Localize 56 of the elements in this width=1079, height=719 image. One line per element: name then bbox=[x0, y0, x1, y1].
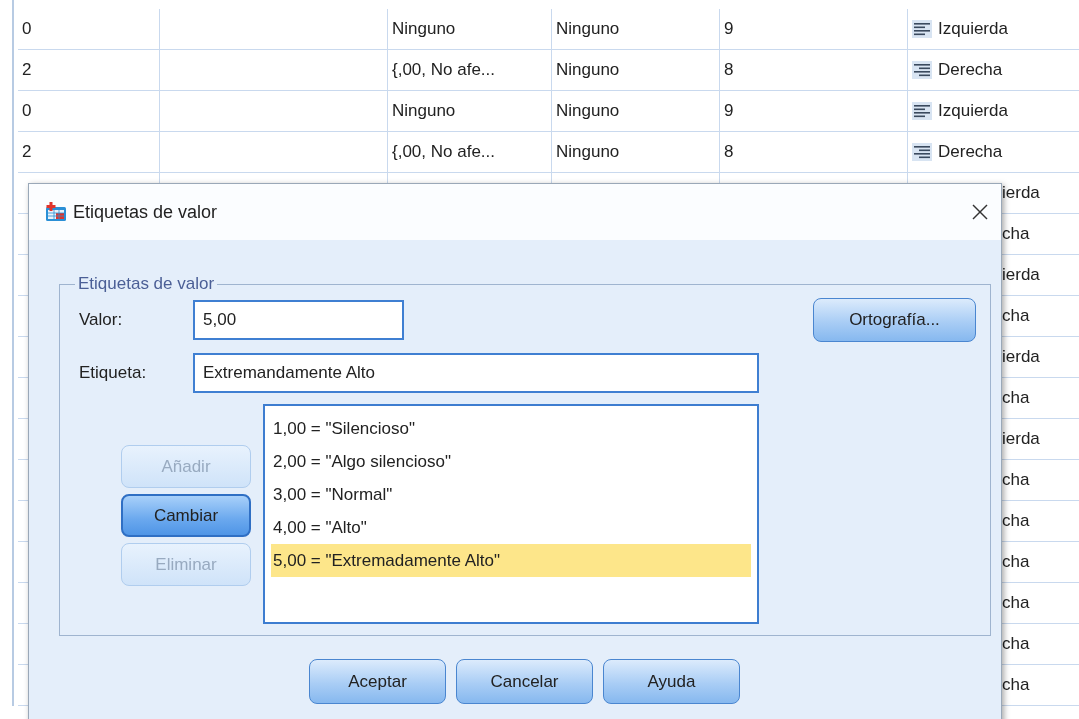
list-item[interactable]: 4,00 = "Alto" bbox=[271, 511, 751, 544]
field-label: Valor: bbox=[79, 310, 124, 330]
table-cell: cha bbox=[1002, 675, 1030, 695]
table-cell: {,00, No afe... bbox=[388, 132, 552, 173]
close-icon bbox=[971, 203, 989, 221]
list-item[interactable]: 1,00 = "Silencioso" bbox=[271, 412, 751, 445]
list-item[interactable]: 2,00 = "Algo silencioso" bbox=[271, 445, 751, 478]
input-field[interactable]: 5,00 bbox=[193, 300, 404, 340]
table-cell: cha bbox=[1002, 593, 1030, 613]
table-cell: cha bbox=[1002, 470, 1030, 490]
table-cell: cha bbox=[1002, 224, 1030, 244]
table-cell: ierda bbox=[1002, 183, 1040, 203]
table-cell: 9 bbox=[720, 9, 908, 50]
group-title: Etiquetas de valor bbox=[77, 274, 216, 294]
table-cell: {,00, No afe... bbox=[388, 50, 552, 91]
table-cell: ierda bbox=[1002, 347, 1040, 367]
table-cell: 9 bbox=[720, 91, 908, 132]
table-cell: Ninguno bbox=[552, 9, 720, 50]
list-item[interactable]: 3,00 = "Normal" bbox=[271, 478, 751, 511]
table-cell: Ninguno bbox=[388, 91, 552, 132]
table-cell: 8 bbox=[720, 132, 908, 173]
table-cell: 0 bbox=[18, 91, 160, 132]
table-cell: Derecha bbox=[938, 60, 1003, 80]
table-cell: Izquierda bbox=[938, 101, 1008, 121]
table-cell: cha bbox=[1002, 552, 1030, 572]
table-cell: Ninguno bbox=[552, 91, 720, 132]
table-cell: 0 bbox=[18, 9, 160, 50]
table-cell: Izquierda bbox=[938, 19, 1008, 39]
table-cell: Ninguno bbox=[388, 9, 552, 50]
table-cell: Ninguno bbox=[552, 132, 720, 173]
field-label: Etiqueta: bbox=[79, 363, 148, 383]
list-item[interactable]: 5,00 = "Extremadamente Alto" bbox=[271, 544, 751, 577]
align-right-icon bbox=[912, 61, 932, 79]
table-cell: 8 bbox=[720, 50, 908, 91]
table-cell: 2 bbox=[18, 50, 160, 91]
table-cell: cha bbox=[1002, 306, 1030, 326]
table-cell: cha bbox=[1002, 388, 1030, 408]
value-label-list[interactable]: 1,00 = "Silencioso" 2,00 = "Algo silencioso" 3,00 = "Normal" 4,00 = "Alto" 5,00 = "Extremadamente Alto" bbox=[263, 404, 759, 624]
table-icon bbox=[45, 202, 67, 222]
dialog-button[interactable]: Cancelar bbox=[456, 659, 593, 704]
window-title: Etiquetas de valor bbox=[73, 201, 218, 223]
table-cell: cha bbox=[1002, 511, 1030, 531]
spelling-button[interactable]: Ortografía... bbox=[813, 298, 976, 342]
dialog-button[interactable]: Aceptar bbox=[309, 659, 446, 704]
table-cell: ierda bbox=[1002, 265, 1040, 285]
table-cell: cha bbox=[1002, 634, 1030, 654]
align-right-icon bbox=[912, 143, 932, 161]
action-button[interactable]: Cambiar bbox=[121, 494, 251, 537]
input-field[interactable]: Extremandamente Alto bbox=[193, 353, 759, 393]
table-cell: 2 bbox=[18, 132, 160, 173]
align-left-icon bbox=[912, 20, 932, 38]
align-left-icon bbox=[912, 102, 932, 120]
table-cell: Ninguno bbox=[552, 50, 720, 91]
table-cell: Derecha bbox=[938, 142, 1003, 162]
table-cell: ierda bbox=[1002, 429, 1040, 449]
dialog-button[interactable]: Ayuda bbox=[603, 659, 740, 704]
